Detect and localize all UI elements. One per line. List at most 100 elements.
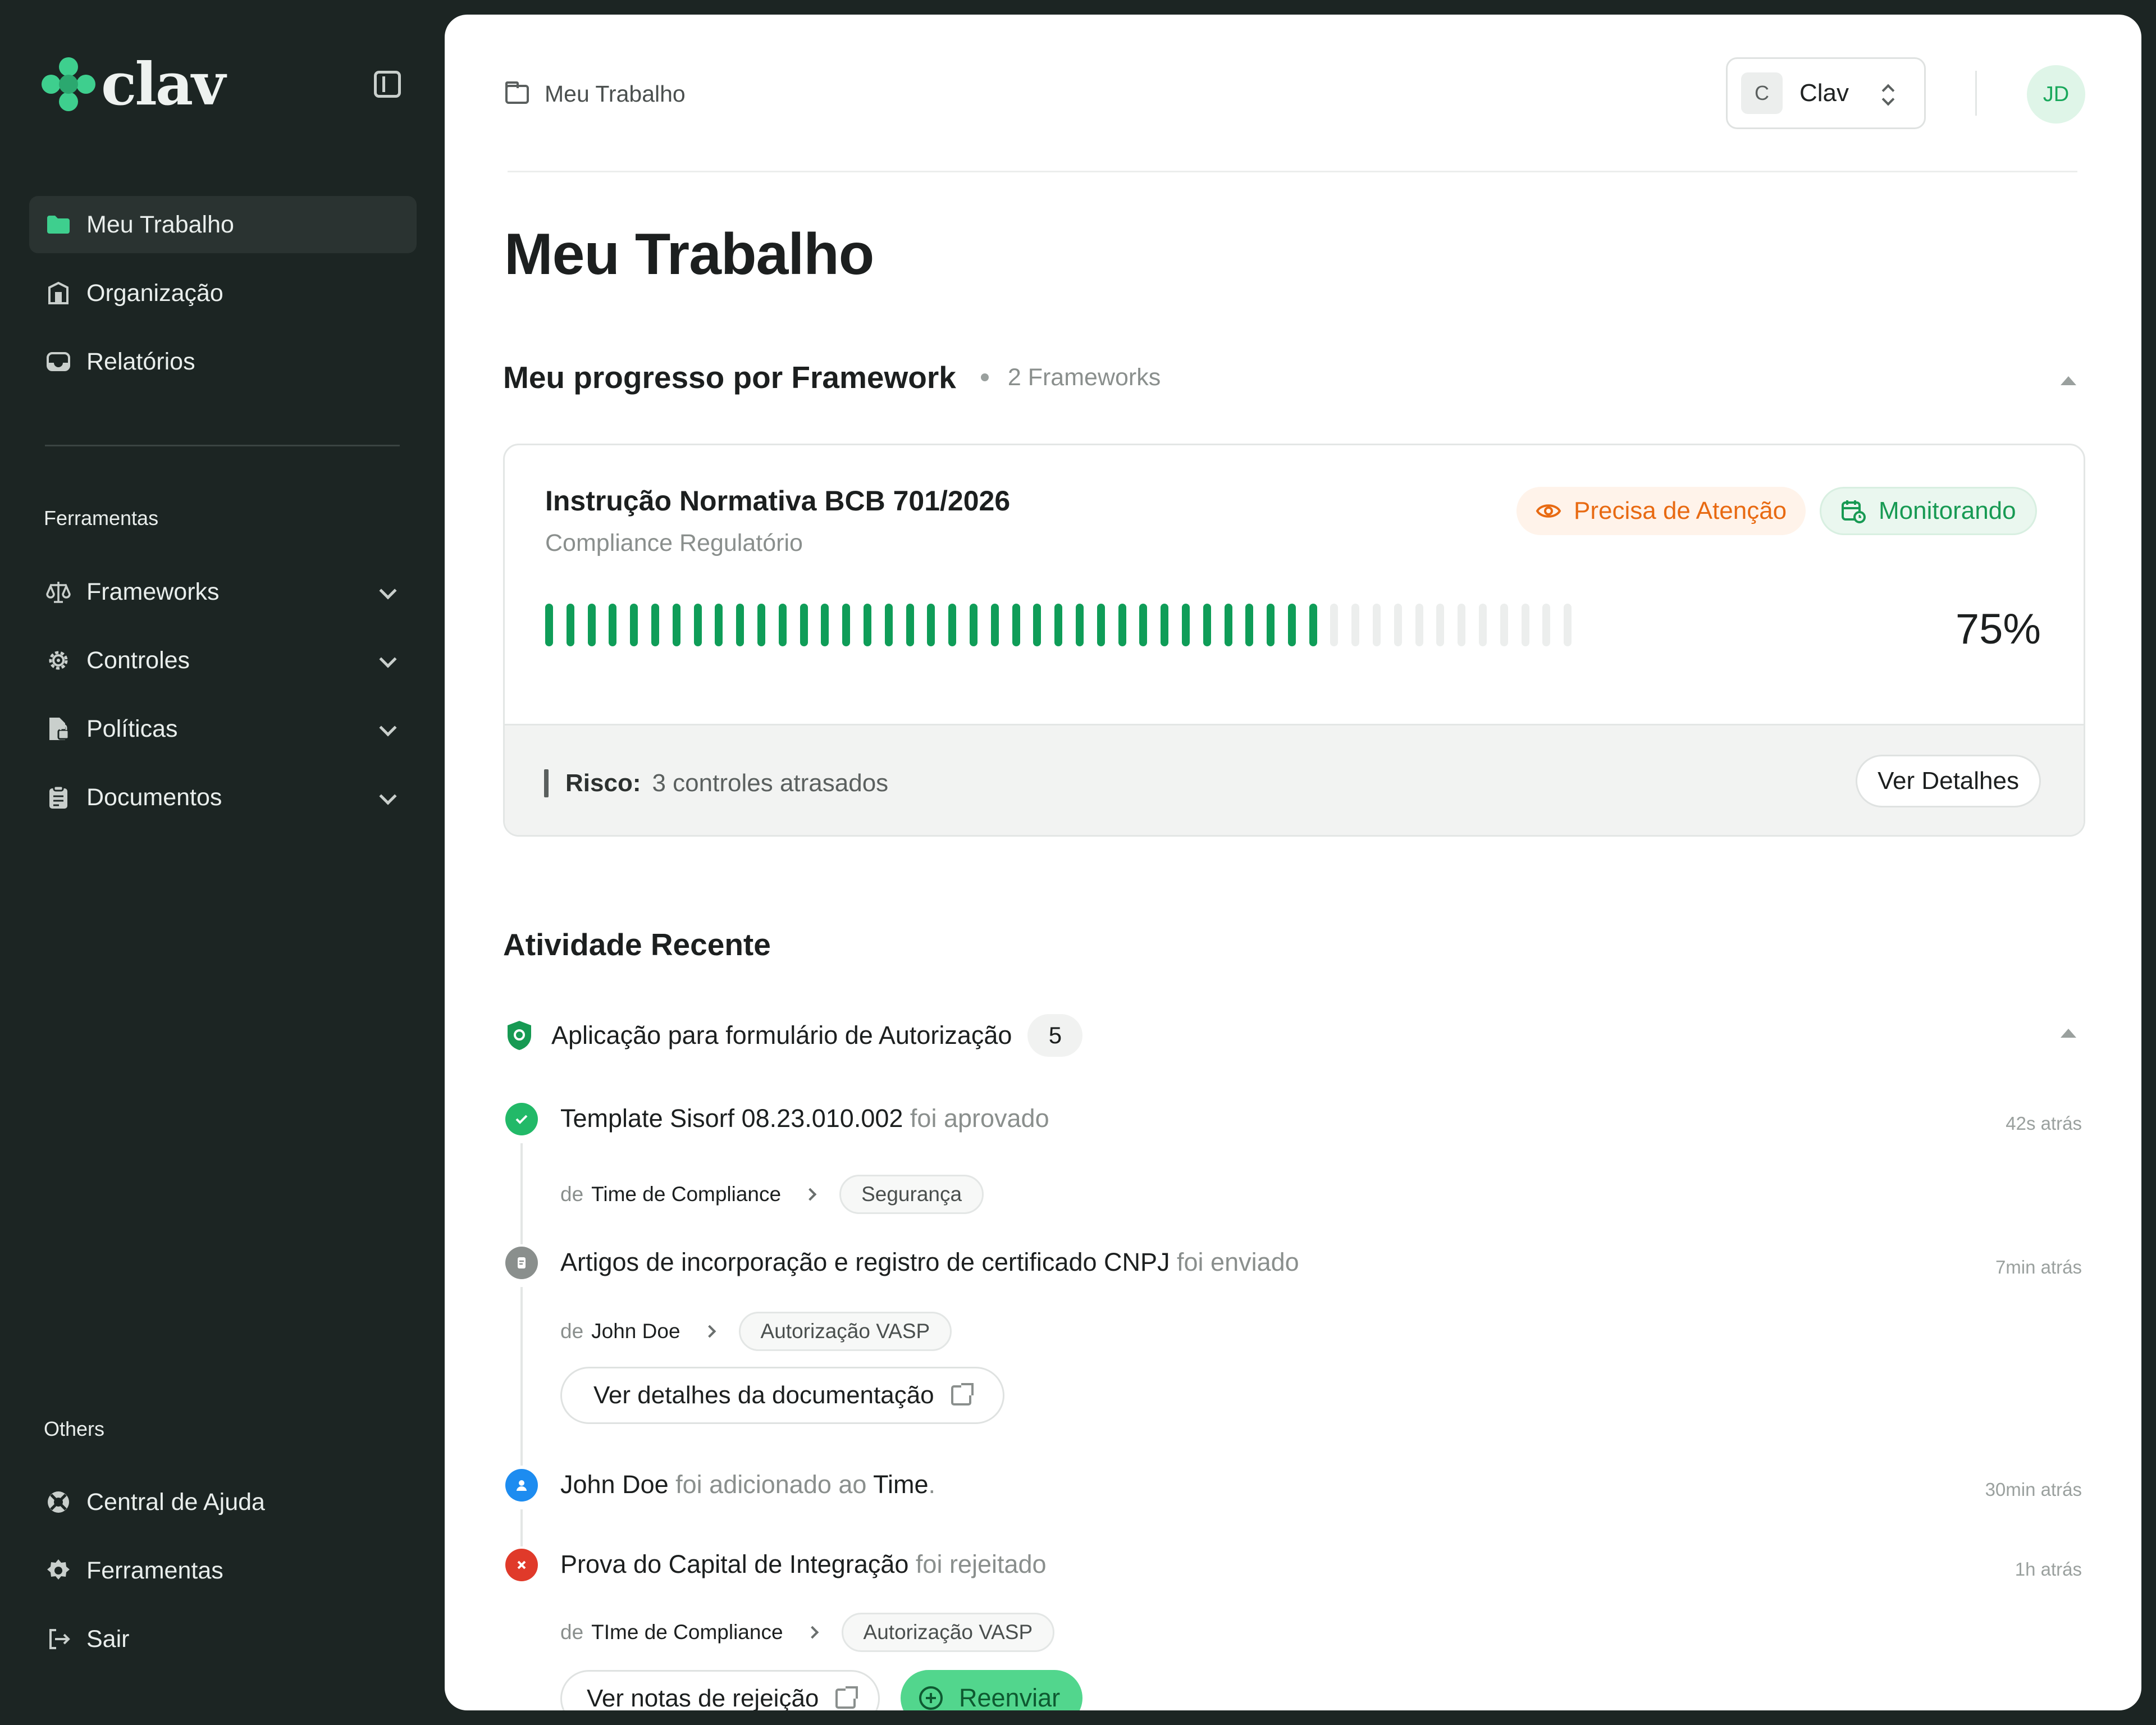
sidebar-item-label: Documentos <box>86 783 222 811</box>
external-link-icon <box>951 1383 974 1405</box>
activity-action: foi adicionado ao <box>675 1470 867 1499</box>
progress-segment-empty <box>1415 604 1423 646</box>
progress-segment-filled <box>566 604 574 646</box>
activity-subject[interactable]: Artigos de incorporação e registro de ce… <box>560 1248 1170 1276</box>
activity-tag[interactable]: Segurança <box>839 1175 984 1214</box>
eye-icon <box>1536 504 1561 518</box>
chevron-down-icon[interactable] <box>379 787 397 805</box>
sidebar-divider <box>45 445 400 446</box>
org-switcher[interactable]: C Clav <box>1726 57 1926 129</box>
file-lock-icon <box>45 715 72 742</box>
view-rejection-notes-label: Ver notas de rejeição <box>587 1685 819 1710</box>
monitoring-badge: Monitorando <box>1820 487 2037 535</box>
activity-time: 1h atrás <box>2015 1559 2082 1580</box>
progress-segment-filled <box>1287 604 1296 646</box>
activity-author[interactable]: John Doe <box>591 1320 680 1343</box>
activity-count-badge: 5 <box>1027 1014 1083 1057</box>
chevron-down-icon[interactable] <box>379 719 397 737</box>
resend-label: Reenviar <box>959 1683 1061 1710</box>
sidebar-item-label: Organização <box>86 279 223 307</box>
external-link-icon <box>835 1686 858 1709</box>
progress-segment-filled <box>757 604 765 646</box>
page-title: Meu Trabalho <box>504 222 874 287</box>
framework-card[interactable]: Instrução Normativa BCB 701/2026 Complia… <box>503 444 2085 837</box>
progress-segment-filled <box>587 604 596 646</box>
shield-icon <box>508 1021 531 1050</box>
sidebar-item-ferramentas[interactable]: Ferramentas <box>29 1542 417 1599</box>
progress-segment-filled <box>1012 604 1020 646</box>
inbox-icon <box>45 348 72 375</box>
progress-segment-filled <box>906 604 914 646</box>
breadcrumb[interactable]: Meu Trabalho <box>505 81 686 107</box>
approved-check-icon <box>505 1103 538 1135</box>
progress-segment-filled <box>969 604 977 646</box>
sidebar-item-politicas[interactable]: Políticas <box>29 700 417 757</box>
activity-action: foi enviado <box>1177 1248 1299 1276</box>
collapse-caret-icon[interactable] <box>2061 376 2076 385</box>
sidebar-item-organizacao[interactable]: Organização <box>29 264 417 322</box>
sidebar-item-meu-trabalho[interactable]: Meu Trabalho <box>29 196 417 253</box>
progress-segment-filled <box>884 604 893 646</box>
activity-subject[interactable]: Template Sisorf 08.23.010.002 <box>560 1104 903 1133</box>
attention-badge-label: Precisa de Atenção <box>1574 497 1787 524</box>
plus-circle-icon <box>919 1686 943 1710</box>
timeline-line <box>520 1287 523 1466</box>
activity-suffix: . <box>928 1470 935 1499</box>
activity-tag[interactable]: Autorização VASP <box>738 1312 952 1351</box>
sidebar-item-sair[interactable]: Sair <box>29 1610 417 1668</box>
progress-segment-filled <box>1075 604 1084 646</box>
folder-icon <box>45 211 72 238</box>
activity-subject[interactable]: John Doe <box>560 1470 669 1499</box>
sidebar-collapse-icon[interactable] <box>374 71 401 98</box>
chevron-down-icon[interactable] <box>379 650 397 668</box>
sidebar-item-documentos[interactable]: Documentos <box>29 769 417 826</box>
section-label-ferramentas: Ferramentas <box>44 506 159 530</box>
resend-button[interactable]: Reenviar <box>901 1670 1083 1710</box>
logo-mark-icon <box>42 57 95 111</box>
progress-segment-filled <box>1139 604 1148 646</box>
frameworks-count: 2 Frameworks <box>1007 363 1161 391</box>
progress-segment-empty <box>1330 604 1339 646</box>
progress-segment-filled <box>609 604 617 646</box>
sidebar: clav Meu Trabalho Organização Relatórios… <box>0 0 445 1725</box>
collapse-caret-icon[interactable] <box>2061 1029 2076 1038</box>
chevron-down-icon[interactable] <box>379 582 397 600</box>
progress-segment-filled <box>1203 604 1211 646</box>
activity-subject[interactable]: Prova do Capital de Integração <box>560 1550 908 1578</box>
user-added-icon <box>505 1469 538 1502</box>
sidebar-item-frameworks[interactable]: Frameworks <box>29 563 417 620</box>
logo[interactable]: clav <box>42 49 226 118</box>
org-name: Clav <box>1799 79 1849 107</box>
view-details-button[interactable]: Ver Detalhes <box>1856 755 2041 807</box>
progress-segment-filled <box>1267 604 1275 646</box>
risk-label: Risco: <box>565 769 641 797</box>
view-rejection-notes-button[interactable]: Ver notas de rejeição <box>560 1670 880 1710</box>
progress-segment-filled <box>821 604 829 646</box>
view-documentation-button[interactable]: Ver detalhes da documentação <box>560 1367 1004 1424</box>
sidebar-item-controles[interactable]: Controles <box>29 632 417 689</box>
progress-segment-filled <box>927 604 935 646</box>
chevron-right-icon <box>806 1626 819 1639</box>
avatar[interactable]: JD <box>2027 65 2085 124</box>
activity-author[interactable]: Time de Compliance <box>591 1183 781 1206</box>
activity-tag[interactable]: Autorização VASP <box>841 1613 1055 1652</box>
monitoring-badge-label: Monitorando <box>1879 497 2016 524</box>
logo-text: clav <box>101 49 226 118</box>
sidebar-item-label: Controles <box>86 646 190 674</box>
document-sent-icon <box>505 1247 538 1279</box>
sidebar-item-central-de-ajuda[interactable]: Central de Ajuda <box>29 1473 417 1531</box>
header-divider-line <box>508 171 2077 172</box>
sidebar-item-label: Central de Ajuda <box>86 1488 265 1516</box>
sidebar-item-relatorios[interactable]: Relatórios <box>29 333 417 390</box>
progress-segment-filled <box>715 604 723 646</box>
progress-segment-empty <box>1394 604 1402 646</box>
activity-author[interactable]: TIme de Compliance <box>591 1621 783 1644</box>
progress-segment-filled <box>736 604 744 646</box>
meta-by-label: de <box>560 1621 584 1644</box>
activity-item-text: John Doe foi adicionado ao Time. <box>560 1470 935 1499</box>
sidebar-item-label: Meu Trabalho <box>86 211 234 238</box>
progress-segment-filled <box>693 604 702 646</box>
progress-segment-filled <box>1245 604 1254 646</box>
activity-group-header[interactable]: Aplicação para formulário de Autorização… <box>505 1014 1083 1057</box>
activity-object[interactable]: Time <box>873 1470 928 1499</box>
